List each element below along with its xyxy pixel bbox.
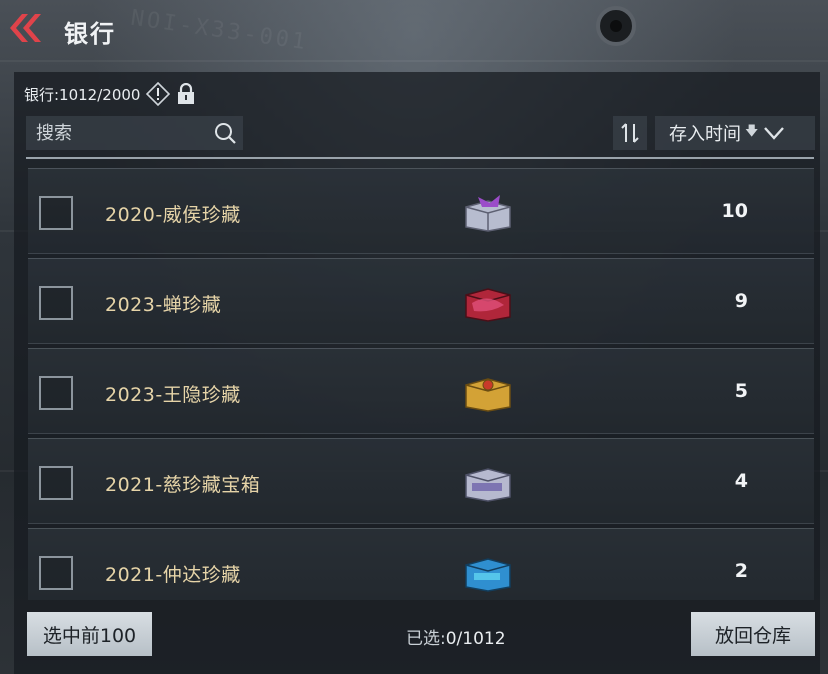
item-list: 2020-威侯珍藏 10 2023-蝉珍藏 9 2023-王隐珍藏 5 2021 [28,168,814,600]
item-checkbox[interactable] [39,556,73,590]
item-name: 2023-王隐珍藏 [105,384,241,406]
return-to-warehouse-button[interactable]: 放回仓库 [691,612,815,656]
select-top-100-button[interactable]: 选中前100 [27,612,152,656]
sort-order-toggle[interactable] [613,116,647,150]
item-name: 2023-蝉珍藏 [105,294,222,316]
item-name: 2021-慈珍藏宝箱 [105,474,261,496]
chest-icon [465,558,511,592]
bank-capacity-label: 银行:1012/2000 [24,85,141,104]
item-count: 5 [734,380,748,402]
info-icon[interactable] [146,82,171,106]
bank-capacity: 银行:1012/2000 [24,82,196,106]
list-divider [26,157,814,159]
selected-count: 已选:0/1012 [406,624,506,649]
chest-icon [465,195,511,232]
item-name: 2020-威侯珍藏 [105,204,241,226]
item-count: 10 [721,200,748,222]
search-box [26,116,243,150]
sort-dropdown[interactable]: 存入时间 🡇 [655,116,815,150]
lock-icon[interactable] [176,83,196,105]
selected-label: 已选: [406,629,446,649]
back-button[interactable] [8,12,44,44]
list-item[interactable]: 2023-王隐珍藏 5 [28,348,814,434]
chest-icon [465,378,511,412]
double-chevron-left-icon [10,14,41,42]
item-count: 4 [734,470,748,492]
page-title: 银行 [64,20,116,48]
item-name: 2021-仲达珍藏 [105,564,241,586]
list-item[interactable]: 2021-仲达珍藏 2 [28,528,814,600]
item-count: 9 [734,290,748,312]
item-checkbox[interactable] [39,376,73,410]
sort-arrows-icon [621,123,639,143]
list-item[interactable]: 2020-威侯珍藏 10 [28,168,814,254]
item-checkbox[interactable] [39,466,73,500]
chest-icon [465,468,511,502]
sort-label: 存入时间 [669,124,741,145]
selected-value: 0/1012 [445,629,506,649]
header: 银行 [0,0,828,58]
arrow-down-icon: 🡇 [745,124,759,139]
search-icon[interactable] [213,121,237,145]
list-item[interactable]: 2023-蝉珍藏 9 [28,258,814,344]
list-item[interactable]: 2021-慈珍藏宝箱 4 [28,438,814,524]
chest-icon [465,288,511,322]
item-checkbox[interactable] [39,196,73,230]
chevron-down-icon [764,127,785,140]
item-count: 2 [734,560,748,582]
item-checkbox[interactable] [39,286,73,320]
search-input[interactable] [26,122,206,144]
